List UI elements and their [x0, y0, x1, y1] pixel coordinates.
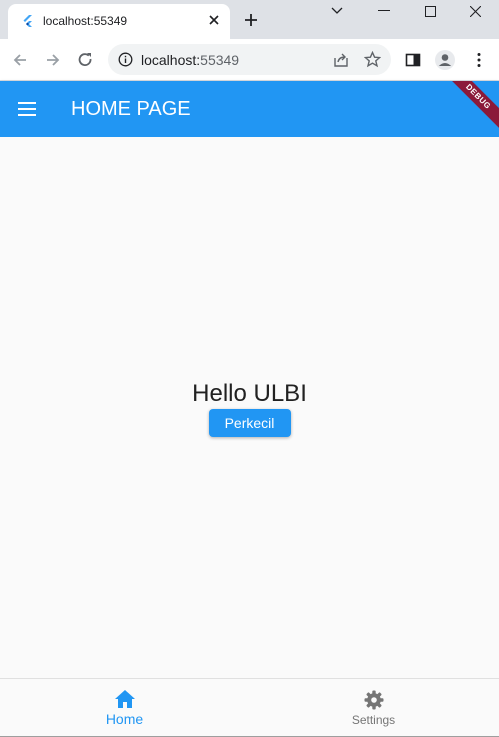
url-port: 55349 [200, 52, 240, 68]
center-column: Hello ULBI Perkecil [0, 379, 499, 437]
bottom-navigation-bar: Home Settings [0, 678, 499, 736]
greeting-text: Hello ULBI [192, 380, 307, 407]
browser-toolbar: localhost:55349 [0, 39, 499, 81]
minimize-button[interactable] [362, 2, 406, 20]
page-title: HOME PAGE [71, 98, 191, 120]
more-vert-icon[interactable] [470, 51, 488, 69]
tab-title: localhost:55349 [43, 14, 128, 28]
info-icon[interactable] [118, 52, 133, 67]
browser-tab[interactable]: localhost:55349 [8, 4, 230, 39]
flutter-icon [23, 15, 32, 27]
nav-label-settings: Settings [351, 712, 396, 727]
nav-item-settings[interactable]: Settings [249, 679, 498, 737]
bookmark-star-icon[interactable] [364, 51, 381, 68]
reload-icon[interactable] [76, 51, 94, 69]
nav-item-home[interactable]: Home [0, 679, 249, 737]
maximize-button[interactable] [408, 2, 452, 20]
nav-label-home: Home [105, 711, 144, 727]
close-window-button[interactable] [453, 2, 497, 20]
side-panel-icon[interactable] [404, 51, 422, 69]
share-icon[interactable] [333, 52, 349, 68]
main-content: Hello ULBI Perkecil [0, 137, 499, 678]
maximize-icon [424, 5, 436, 17]
forward-icon[interactable] [44, 51, 62, 69]
settings-icon [364, 690, 383, 709]
address-bar[interactable]: localhost:55349 [108, 44, 391, 75]
home-icon [114, 690, 135, 708]
back-icon[interactable] [11, 51, 29, 69]
app-bar: HOME PAGE DEBUG [0, 81, 499, 137]
debug-banner: DEBUG [434, 81, 499, 137]
close-tab-icon[interactable] [207, 13, 221, 27]
url-text: localhost:55349 [141, 52, 239, 68]
minimize-icon [378, 10, 390, 11]
shrink-button[interactable]: Perkecil [208, 409, 291, 437]
browser-tab-strip: localhost:55349 [0, 0, 499, 39]
profile-avatar-icon[interactable] [434, 49, 456, 71]
menu-icon[interactable] [15, 98, 39, 120]
chevron-down-icon [331, 7, 343, 14]
new-tab-icon[interactable] [243, 12, 259, 28]
tab-search-button[interactable] [315, 2, 359, 20]
url-host: localhost: [141, 52, 201, 68]
close-icon [469, 5, 481, 17]
